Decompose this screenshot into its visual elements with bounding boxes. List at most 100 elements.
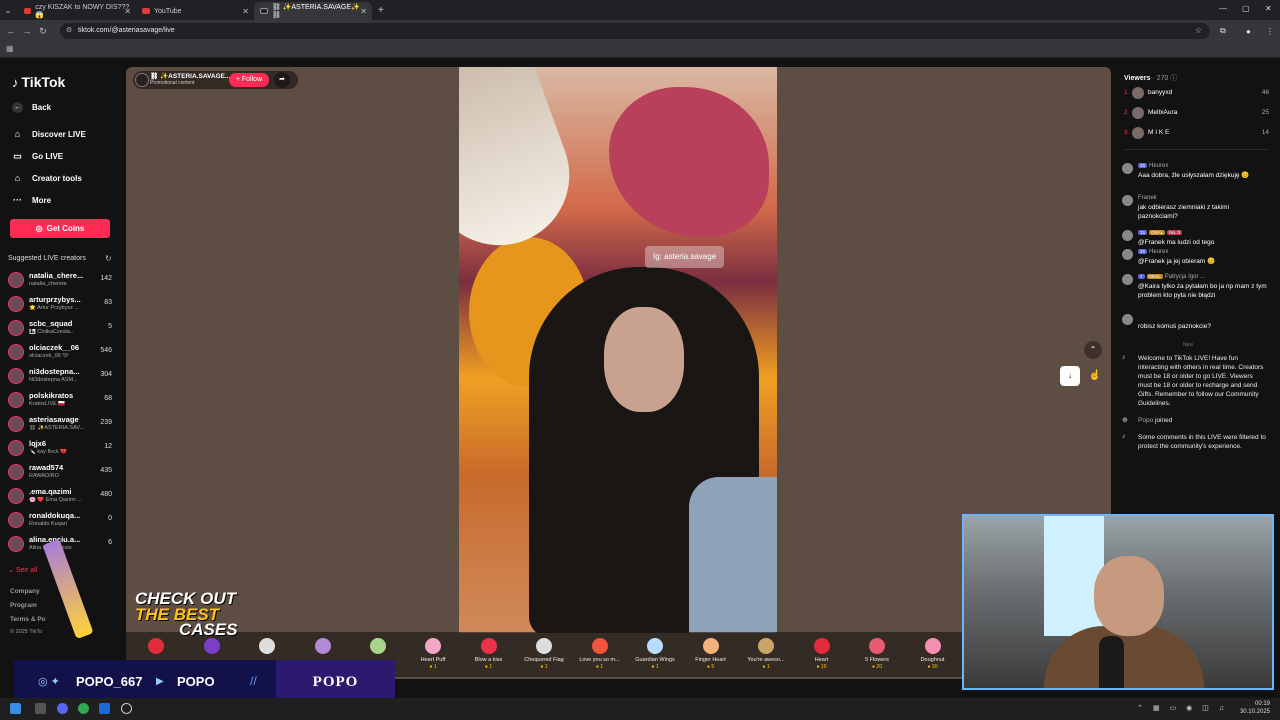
taskbar-app-icon[interactable]: [99, 703, 110, 714]
gift-item[interactable]: Heart ● 10: [794, 638, 850, 670]
footer-link-program[interactable]: Program: [10, 602, 37, 609]
host-name[interactable]: ⛓ ✨ASTERIA.SAVAGE...: [150, 72, 230, 80]
see-all-link[interactable]: ⌄ See all: [8, 566, 37, 574]
creator-avatar: [8, 488, 24, 504]
gift-item[interactable]: Doughnut ● 30: [905, 638, 961, 670]
footer-link-company[interactable]: Company: [10, 588, 40, 595]
commenter-name[interactable]: Heurex: [1149, 163, 1168, 169]
suggested-creator-row[interactable]: .ema.qazimi 🌸 ❤️ Ema Qazimi ... 480: [8, 485, 116, 507]
apps-grid-icon[interactable]: ▦: [6, 44, 14, 53]
nav-discover-live[interactable]: ⌂ Discover LIVE: [12, 129, 86, 139]
gift-item[interactable]: [239, 638, 295, 654]
start-icon[interactable]: [10, 703, 21, 714]
creator-name: lqjx6: [29, 439, 47, 448]
taskbar-app-icon[interactable]: [121, 703, 132, 714]
nav-go-live[interactable]: ▭ Go LIVE: [12, 151, 63, 162]
promo-overlay: CHECK OUT THE BEST CASES: [42, 538, 238, 640]
youtube-favicon-icon: [24, 8, 32, 14]
suggested-creator-row[interactable]: asteriasavage ⛓ ✨ASTERIA.SAV... 239: [8, 413, 116, 435]
suggested-creator-row[interactable]: ni3dostepna... Ni3dostepna ASM... 304: [8, 365, 116, 387]
gift-item[interactable]: [295, 638, 351, 654]
follow-button[interactable]: + Follow: [229, 73, 269, 87]
refresh-icon[interactable]: ↻: [105, 254, 112, 263]
forward-arrow-icon[interactable]: →: [19, 26, 35, 36]
gift-item[interactable]: [184, 638, 240, 654]
top-viewer-row[interactable]: 2 MelbiAura 25: [1124, 107, 1269, 121]
browser-tab-3[interactable]: ⛓ ✨ASTERIA.SAVAGE✨⛓ ✕: [254, 2, 372, 20]
gift-name: Blow a kiss: [474, 657, 503, 663]
gift-item[interactable]: Heart Puff ● 1: [405, 638, 461, 670]
close-window-icon[interactable]: ✕: [1265, 4, 1272, 13]
gift-item[interactable]: Guardian Wings ● 1: [627, 638, 683, 670]
suggested-creator-row[interactable]: olciaczek__06 olciaczek_06 🖤 546: [8, 341, 116, 363]
clock[interactable]: 00:19 30.10.2025: [1240, 700, 1270, 716]
back-link[interactable]: ← Back: [12, 102, 51, 113]
browser-tab-1[interactable]: czy KISZAK to NOWY DIS??? 😱 ✕: [18, 2, 136, 20]
nav-more[interactable]: ··· More: [12, 195, 51, 205]
youtube-icon: ▶: [156, 676, 164, 687]
get-coins-button[interactable]: ◎ Get Coins: [10, 219, 110, 238]
reload-icon[interactable]: ↻: [35, 26, 51, 37]
suggested-creator-row[interactable]: rawad574 RAWAD/RO 435: [8, 461, 116, 483]
commenter-name[interactable]: Heurex: [1149, 249, 1168, 255]
gift-name: Doughnut: [920, 657, 945, 663]
suggested-creator-row[interactable]: scbc_squad 👩‍👦 ClotkaCzesla... 5: [8, 317, 116, 339]
suggested-creator-row[interactable]: polskikratos KratosLIVE 🇵🇱 68: [8, 389, 116, 411]
taskbar-app-icon[interactable]: [35, 703, 46, 714]
nav-label: Go LIVE: [32, 152, 64, 161]
info-icon[interactable]: ⓘ: [1170, 75, 1177, 82]
gift-price: 1: [766, 664, 770, 670]
nav-creator-tools[interactable]: ⌂ Creator tools: [12, 173, 82, 183]
gift-item[interactable]: Finger Heart ● 5: [683, 638, 739, 670]
back-arrow-icon[interactable]: ←: [3, 26, 19, 36]
minimize-icon[interactable]: —: [1219, 4, 1227, 13]
gift-icon: [480, 638, 497, 654]
gift-item[interactable]: You're aweso... ● 1: [738, 638, 794, 670]
menu-icon[interactable]: ⋮: [1266, 27, 1274, 36]
suggested-creator-row[interactable]: ronaldokuqa... Ronaldo Kuqari 0: [8, 509, 116, 531]
gift-price: 1: [600, 664, 604, 670]
footer-link-terms[interactable]: Terms & Po: [10, 616, 46, 623]
gift-item[interactable]: Love you so m... ● 1: [572, 638, 628, 670]
extensions-icon[interactable]: ⧉: [1220, 26, 1226, 36]
close-tab-icon[interactable]: ✕: [124, 7, 131, 16]
tab-list-chevron-icon[interactable]: ⌄: [0, 5, 16, 16]
gift-item[interactable]: 5 Flowers ● 20: [849, 638, 905, 670]
share-icon[interactable]: ➦: [274, 72, 290, 88]
browser-tab-2[interactable]: YouTube ✕: [136, 2, 254, 20]
system-tray[interactable]: ⌃ ▦ ▭ ◉ ◫ ♫: [1137, 704, 1228, 712]
new-tab-icon[interactable]: +: [378, 5, 384, 16]
top-viewer-row[interactable]: 3 M I K E 14: [1124, 127, 1269, 141]
gift-item[interactable]: [350, 638, 406, 654]
chrome-icon[interactable]: [78, 703, 89, 714]
suggested-creator-row[interactable]: arturprzybys... 🌟 Artur Przybysz ... 83: [8, 293, 116, 315]
gift-item[interactable]: Chequered Flag ● 1: [516, 638, 572, 670]
profile-icon[interactable]: ●: [1246, 27, 1251, 36]
maximize-icon[interactable]: ▢: [1242, 4, 1250, 13]
creator-name: scbc_squad: [29, 319, 73, 328]
gift-item[interactable]: Blow a kiss ● 1: [461, 638, 517, 670]
scroll-up-button[interactable]: ⌃: [1084, 341, 1102, 359]
live-video[interactable]: Ig: asteria.savage: [459, 67, 777, 633]
creator-avatar: [8, 416, 24, 432]
bookmark-star-icon[interactable]: ☆: [1195, 23, 1202, 39]
top-viewer-row[interactable]: 1 banyyxd 46: [1124, 87, 1269, 101]
scroll-down-button[interactable]: ↓: [1060, 366, 1080, 386]
commenter-name[interactable]: Patrycja Igor ...: [1165, 274, 1205, 280]
suggested-creator-row[interactable]: lqjx6 🔪 kay flock 💔 12: [8, 437, 116, 459]
joined-user[interactable]: Popo: [1138, 417, 1153, 424]
url-input[interactable]: ⚙ tiktok.com/@asteriasavage/live ☆: [60, 23, 1210, 39]
taskbar-app-icon[interactable]: [57, 703, 68, 714]
host-avatar[interactable]: [135, 73, 149, 87]
close-tab-icon[interactable]: ✕: [242, 7, 249, 16]
streamer-face: [604, 307, 684, 412]
creator-avatar: [8, 440, 24, 456]
close-tab-icon[interactable]: ✕: [360, 7, 367, 16]
gift-icon: [536, 638, 552, 654]
suggested-creator-row[interactable]: natalia_chere... natalia_chereta 142: [8, 269, 116, 291]
commenter-name[interactable]: Franek: [1138, 195, 1157, 201]
gift-item[interactable]: [128, 638, 184, 654]
viewers-title[interactable]: Viewers · 270 ⓘ: [1124, 73, 1177, 83]
tiktok-logo[interactable]: ♪ TikTok: [12, 74, 65, 90]
site-info-icon[interactable]: ⚙: [66, 23, 72, 39]
